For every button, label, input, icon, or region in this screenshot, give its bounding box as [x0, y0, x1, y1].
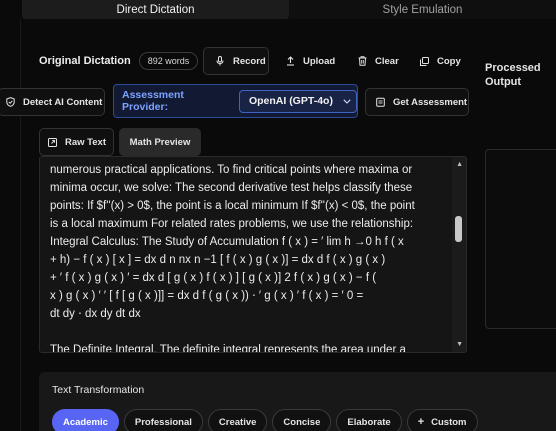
record-label: Record — [233, 55, 266, 67]
assessment-provider-label: Assessment Provider: — [122, 89, 184, 113]
text-transformation-title: Text Transformation — [52, 384, 145, 396]
trash-icon — [357, 56, 367, 66]
chip-concise[interactable]: Concise — [272, 409, 332, 431]
tab-direct-dictation[interactable]: Direct Dictation — [22, 0, 289, 19]
scroll-up-arrow[interactable]: ▲ — [456, 161, 463, 168]
dictation-text: numerous practical applications. To find… — [50, 161, 450, 353]
text-transformation-panel: Text Transformation Academic Professional… — [39, 372, 556, 431]
chip-elaborate[interactable]: Elaborate — [336, 409, 402, 431]
original-title: Original Dictation — [39, 55, 131, 67]
scrollbar[interactable]: ▲ ▼ — [452, 157, 466, 352]
clear-label: Clear — [375, 55, 399, 67]
word-count-badge: 892 words — [138, 52, 199, 70]
microphone-icon — [215, 56, 225, 66]
processed-output-title: Processed Output — [485, 62, 541, 88]
external-link-icon — [47, 137, 57, 147]
assessment-provider: Assessment Provider: OpenAI (GPT-4o) — [113, 84, 358, 118]
tab-style-emulation[interactable]: Style Emulation — [289, 0, 556, 19]
chip-custom[interactable]: + Custom — [406, 409, 478, 431]
shield-icon — [5, 97, 15, 107]
raw-text-label: Raw Text — [65, 136, 107, 148]
upload-icon — [285, 56, 295, 66]
detect-ai-label: Detect AI Content — [23, 96, 103, 108]
scrollbar-thumb[interactable] — [455, 216, 462, 242]
chip-creative[interactable]: Creative — [207, 409, 268, 431]
math-preview-label: Math Preview — [129, 136, 191, 148]
copy-icon — [419, 56, 429, 66]
math-preview-button[interactable]: Math Preview — [119, 128, 201, 156]
chip-custom-label: Custom — [431, 416, 467, 428]
clear-button[interactable]: Clear — [357, 47, 407, 75]
original-header: Original Dictation 892 words — [39, 47, 199, 75]
text-line: Integral Calculus: The Study of Accumula… — [50, 236, 404, 248]
text-line: The Definite Integral. The definite inte… — [50, 344, 406, 353]
divider — [20, 19, 21, 431]
clipboard-icon — [375, 97, 385, 107]
detect-ai-button[interactable]: Detect AI Content — [0, 88, 105, 116]
text-line: dt dy ⋅ dx dy dt dx — [50, 308, 141, 320]
text-line: numerous practical applications. To find… — [50, 164, 413, 176]
text-line: minima occur, we solve: The second deriv… — [50, 182, 413, 194]
get-assessment-button[interactable]: Get Assessment — [365, 88, 469, 116]
raw-text-button[interactable]: Raw Text — [39, 128, 114, 156]
text-line — [50, 323, 450, 341]
copy-label: Copy — [437, 55, 461, 67]
dictation-textarea[interactable]: numerous practical applications. To find… — [39, 156, 467, 353]
mode-tabs: Direct Dictation Style Emulation — [22, 0, 556, 19]
plus-icon: + — [417, 416, 425, 428]
chip-academic[interactable]: Academic — [52, 409, 119, 431]
provider-select[interactable]: OpenAI (GPT-4o) — [238, 89, 357, 113]
text-line: + h) − f ( x ) [ x ] = dx d n nx n −1 [ … — [50, 254, 386, 266]
text-line: + ′ f ( x ) g ( x ) ′ = dx d [ g ( x ) f… — [50, 272, 377, 284]
provider-selected-value: OpenAI (GPT-4o) — [248, 95, 333, 107]
upload-label: Upload — [303, 55, 336, 67]
transformation-options: Academic Professional Creative Concise Elabo… — [52, 409, 483, 431]
record-button[interactable]: Record — [203, 47, 269, 75]
text-line: points: If $f''(x) > 0$, the point is a … — [50, 200, 415, 212]
chip-professional[interactable]: Professional — [123, 409, 203, 431]
copy-button[interactable]: Copy — [419, 47, 471, 75]
get-assessment-label: Get Assessment — [393, 96, 468, 108]
text-line: x ) g ( x ) ′ ′ [ f [ g ( x )]] = dx d f… — [50, 290, 364, 302]
chevron-down-icon — [343, 98, 351, 104]
text-line: is a local maximum For related rates pro… — [50, 218, 414, 230]
scroll-down-arrow[interactable]: ▼ — [456, 341, 463, 348]
upload-button[interactable]: Upload — [285, 47, 345, 75]
processed-output-panel — [485, 149, 556, 329]
